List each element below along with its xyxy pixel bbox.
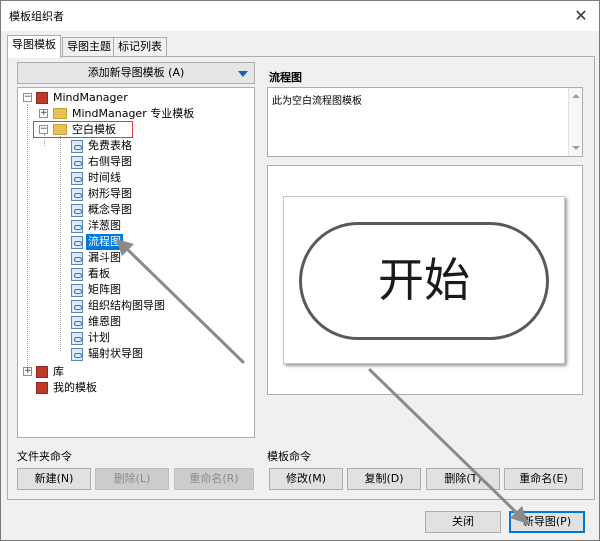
tree-node-template[interactable]: 维恩图: [18, 314, 254, 330]
tree-node-template[interactable]: 树形导图: [18, 186, 254, 202]
template-icon: [71, 204, 83, 217]
tree-node-template[interactable]: 时间线: [18, 170, 254, 186]
tree-label: 概念导图: [88, 203, 132, 216]
template-tree: − MindManager + MindManager 专业模板 − 空白模板 …: [17, 87, 255, 438]
template-icon: [71, 140, 83, 153]
tree-node-template[interactable]: 免费表格: [18, 138, 254, 154]
folder-icon: [53, 108, 67, 119]
tree-node-template[interactable]: 漏斗图: [18, 250, 254, 266]
dropdown-arrow-icon: [238, 71, 248, 77]
start-node-shape: 开始: [299, 222, 549, 340]
delete-template-button[interactable]: 删除(T): [426, 468, 500, 490]
tree-node-blank-templates[interactable]: − 空白模板: [18, 122, 254, 138]
close-icon[interactable]: ✕: [569, 5, 593, 27]
tree-label: 辐射状导图: [88, 347, 143, 360]
tree-node-mindmanager[interactable]: − MindManager: [18, 90, 254, 106]
tree-node-template[interactable]: 计划: [18, 330, 254, 346]
tree-node-library[interactable]: + 库: [18, 364, 254, 380]
modify-template-button[interactable]: 修改(M): [269, 468, 343, 490]
copy-template-button[interactable]: 复制(D): [347, 468, 421, 490]
tree-label: 时间线: [88, 171, 121, 184]
tree-label: 洋葱图: [88, 219, 121, 232]
tree-label: 看板: [88, 267, 110, 280]
template-icon: [71, 268, 83, 281]
collapse-icon[interactable]: −: [23, 93, 32, 102]
tree-node-template[interactable]: 右侧导图: [18, 154, 254, 170]
tab-map-themes[interactable]: 导图主题: [62, 37, 116, 57]
tree-label: 空白模板: [72, 123, 116, 136]
library-icon: [36, 366, 48, 378]
tree-label: 树形导图: [88, 187, 132, 200]
template-icon: [71, 156, 83, 169]
tree-node-template[interactable]: 概念导图: [18, 202, 254, 218]
my-templates-icon: [36, 382, 48, 394]
add-template-label: 添加新导图模板 (A): [87, 66, 185, 79]
close-button[interactable]: 关闭: [425, 511, 501, 533]
template-commands-label: 模板命令: [267, 450, 311, 463]
new-folder-button[interactable]: 新建(N): [17, 468, 91, 490]
tree-node-template[interactable]: 组织结构图导图: [18, 298, 254, 314]
tree-label: 免费表格: [88, 139, 132, 152]
tab-map-templates[interactable]: 导图模板: [7, 35, 61, 58]
folder-commands-label: 文件夹命令: [17, 450, 72, 463]
title-bar: 模板组织者 ✕: [1, 1, 599, 31]
rename-template-button[interactable]: 重命名(E): [504, 468, 583, 490]
tree-label: MindManager 专业模板: [72, 107, 195, 120]
template-description-box[interactable]: 此为空白流程图模板: [267, 87, 583, 157]
template-icon: [71, 284, 83, 297]
delete-folder-button[interactable]: 删除(L): [95, 468, 169, 490]
scroll-down-icon[interactable]: [572, 146, 580, 150]
tree-label: 我的模板: [53, 381, 97, 394]
tree-node-pro-templates[interactable]: + MindManager 专业模板: [18, 106, 254, 122]
template-icon: [71, 172, 83, 185]
rename-folder-button[interactable]: 重命名(R): [174, 468, 254, 490]
template-icon: [71, 220, 83, 233]
template-icon: [71, 316, 83, 329]
tree-label: 库: [53, 365, 64, 378]
folder-open-icon: [53, 124, 67, 135]
tree-label: 维恩图: [88, 315, 121, 328]
tree-node-template-selected[interactable]: 流程图: [18, 234, 254, 250]
tree-node-my-templates[interactable]: 我的模板: [18, 380, 254, 396]
tree-label: 漏斗图: [88, 251, 121, 264]
template-title: 流程图: [269, 71, 302, 84]
tree-label: MindManager: [53, 91, 128, 104]
tree-label-selected: 流程图: [86, 234, 123, 250]
template-icon: [71, 300, 83, 313]
tree-node-template[interactable]: 辐射状导图: [18, 346, 254, 362]
collapse-icon[interactable]: −: [39, 125, 48, 134]
tree-node-template[interactable]: 矩阵图: [18, 282, 254, 298]
add-template-dropdown[interactable]: 添加新导图模板 (A): [17, 62, 255, 84]
tree-label: 矩阵图: [88, 283, 121, 296]
template-description: 此为空白流程图模板: [272, 96, 362, 107]
template-preview: 开始: [283, 196, 565, 364]
expand-icon[interactable]: +: [23, 367, 32, 376]
description-scrollbar[interactable]: [568, 88, 582, 156]
template-icon: [71, 252, 83, 265]
window-title: 模板组织者: [9, 10, 64, 23]
tree-node-template[interactable]: 洋葱图: [18, 218, 254, 234]
tab-marker-list[interactable]: 标记列表: [113, 37, 167, 57]
template-icon: [71, 332, 83, 345]
tree-label: 计划: [88, 331, 110, 344]
tree-label: 右侧导图: [88, 155, 132, 168]
template-organizer-window: 模板组织者 ✕ 导图模板 导图主题 标记列表 添加新导图模板 (A) − Min…: [0, 0, 600, 541]
template-icon: [71, 188, 83, 201]
expand-icon[interactable]: +: [39, 109, 48, 118]
mindmanager-icon: [36, 92, 48, 104]
new-map-button[interactable]: 新导图(P): [509, 511, 585, 533]
tree-label: 组织结构图导图: [88, 299, 165, 312]
tree-node-template[interactable]: 看板: [18, 266, 254, 282]
template-icon: [71, 236, 83, 249]
template-icon: [71, 348, 83, 361]
scroll-up-icon[interactable]: [572, 94, 580, 98]
